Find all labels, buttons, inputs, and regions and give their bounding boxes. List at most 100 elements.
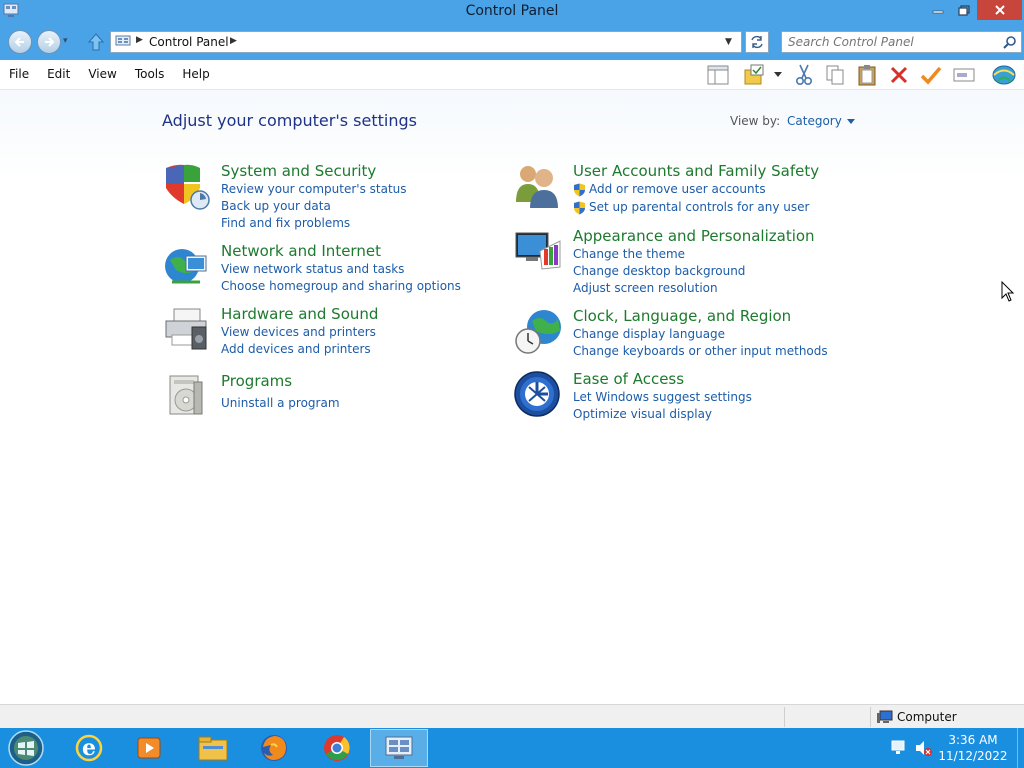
monitor-palette-icon[interactable] bbox=[514, 227, 562, 275]
copy-button[interactable] bbox=[823, 63, 847, 87]
network-globe-icon[interactable] bbox=[162, 242, 210, 290]
shell-icon bbox=[992, 65, 1016, 85]
rename-icon bbox=[953, 68, 975, 82]
svg-text:e: e bbox=[82, 735, 96, 761]
view-by-value[interactable]: Category bbox=[787, 114, 842, 128]
users-icon[interactable] bbox=[514, 162, 562, 210]
menu-tools[interactable]: Tools bbox=[126, 60, 174, 90]
properties-button[interactable] bbox=[919, 63, 943, 87]
shell-button[interactable] bbox=[990, 63, 1018, 87]
category-title[interactable]: User Accounts and Family Safety bbox=[573, 162, 819, 180]
link-parental-controls[interactable]: Set up parental controls for any user bbox=[573, 200, 809, 215]
menu-view[interactable]: View bbox=[79, 60, 125, 90]
menu-edit[interactable]: Edit bbox=[38, 60, 79, 90]
clock-time[interactable]: 3:36 AM bbox=[938, 732, 1008, 748]
link-keyboards[interactable]: Change keyboards or other input methods bbox=[573, 344, 828, 358]
folder-options-dropdown[interactable] bbox=[770, 63, 786, 87]
window-title: Control Panel bbox=[465, 3, 559, 19]
search-box[interactable] bbox=[781, 31, 1022, 53]
page-heading: Adjust your computer's settings bbox=[162, 111, 417, 130]
link-view-devices[interactable]: View devices and printers bbox=[221, 325, 376, 339]
delete-button[interactable] bbox=[887, 63, 911, 87]
link-windows-suggest[interactable]: Let Windows suggest settings bbox=[573, 390, 752, 404]
start-button[interactable] bbox=[6, 729, 46, 767]
volume-tray-icon[interactable] bbox=[914, 728, 932, 768]
preview-pane-icon bbox=[707, 65, 729, 85]
taskbar-file-explorer[interactable] bbox=[184, 729, 242, 767]
show-desktop-button[interactable] bbox=[1017, 728, 1024, 768]
system-clock[interactable]: 3:36 AM 11/12/2022 bbox=[938, 732, 1008, 764]
search-input[interactable] bbox=[788, 34, 998, 50]
menu-help[interactable]: Help bbox=[173, 60, 218, 90]
recent-pages-dropdown[interactable]: ▾ bbox=[63, 36, 73, 48]
scissors-icon bbox=[795, 64, 813, 86]
back-button[interactable] bbox=[8, 30, 32, 54]
programs-disc-icon[interactable] bbox=[162, 372, 210, 420]
minimize-icon bbox=[932, 10, 944, 14]
link-review-status[interactable]: Review your computer's status bbox=[221, 182, 407, 196]
link-add-devices[interactable]: Add devices and printers bbox=[221, 342, 371, 356]
taskbar-firefox[interactable] bbox=[245, 729, 303, 767]
taskbar-control-panel[interactable] bbox=[370, 729, 428, 767]
link-network-status[interactable]: View network status and tasks bbox=[221, 262, 404, 276]
refresh-button[interactable] bbox=[745, 31, 769, 53]
link-desktop-background[interactable]: Change desktop background bbox=[573, 264, 745, 278]
preview-pane-button[interactable] bbox=[706, 63, 730, 87]
category-title[interactable]: Network and Internet bbox=[221, 242, 381, 260]
printer-speaker-icon[interactable] bbox=[162, 305, 210, 353]
paste-button[interactable] bbox=[855, 63, 879, 87]
link-text[interactable]: Add or remove user accounts bbox=[589, 182, 766, 196]
link-change-theme[interactable]: Change the theme bbox=[573, 247, 685, 261]
cut-button[interactable] bbox=[792, 63, 816, 87]
category-title[interactable]: Appearance and Personalization bbox=[573, 227, 815, 245]
menu-file[interactable]: File bbox=[0, 60, 38, 90]
ease-of-access-icon[interactable] bbox=[514, 370, 562, 418]
arrow-right-icon bbox=[45, 37, 55, 47]
link-find-fix[interactable]: Find and fix problems bbox=[221, 216, 350, 230]
media-player-icon bbox=[137, 737, 161, 759]
volume-muted-icon bbox=[916, 741, 932, 756]
start-orb-icon bbox=[8, 730, 44, 766]
close-button[interactable] bbox=[977, 0, 1022, 20]
forward-button[interactable] bbox=[37, 30, 61, 54]
taskbar-internet-explorer[interactable]: e bbox=[60, 729, 118, 767]
computer-icon bbox=[877, 710, 893, 723]
folder-options-button[interactable] bbox=[742, 63, 766, 87]
link-add-remove-users[interactable]: Add or remove user accounts bbox=[573, 182, 766, 197]
shield-icon[interactable] bbox=[162, 162, 210, 210]
view-by-dropdown[interactable]: Category bbox=[787, 114, 855, 128]
up-arrow-icon[interactable] bbox=[86, 32, 106, 52]
category-title[interactable]: Ease of Access bbox=[573, 370, 684, 388]
clock-globe-icon[interactable] bbox=[514, 307, 562, 355]
breadcrumb-separator-icon[interactable]: ▶ bbox=[136, 35, 143, 45]
clock-date[interactable]: 11/12/2022 bbox=[938, 748, 1008, 764]
category-title[interactable]: Programs bbox=[221, 372, 292, 390]
menu-toolbar-row: File Edit View Tools Help bbox=[0, 60, 1024, 90]
title-bar: Control Panel bbox=[0, 0, 1024, 24]
link-uninstall[interactable]: Uninstall a program bbox=[221, 396, 340, 410]
link-screen-resolution[interactable]: Adjust screen resolution bbox=[573, 281, 718, 295]
restore-button[interactable] bbox=[951, 0, 977, 20]
link-back-up[interactable]: Back up your data bbox=[221, 199, 331, 213]
taskbar-media-player[interactable] bbox=[120, 729, 178, 767]
rename-button[interactable] bbox=[952, 63, 976, 87]
network-tray-icon[interactable] bbox=[890, 728, 908, 768]
category-title[interactable]: Clock, Language, and Region bbox=[573, 307, 791, 325]
mouse-pointer-icon bbox=[1001, 281, 1015, 302]
status-divider bbox=[870, 707, 871, 727]
link-homegroup-sharing[interactable]: Choose homegroup and sharing options bbox=[221, 279, 461, 293]
category-title[interactable]: Hardware and Sound bbox=[221, 305, 378, 323]
address-dropdown-icon[interactable]: ▼ bbox=[725, 37, 732, 47]
network-icon bbox=[891, 740, 905, 754]
breadcrumb-separator-icon[interactable]: ▶ bbox=[230, 36, 237, 46]
category-title[interactable]: System and Security bbox=[221, 162, 376, 180]
taskbar-chrome[interactable] bbox=[308, 729, 366, 767]
breadcrumb-control-panel[interactable]: Control Panel bbox=[149, 35, 229, 49]
link-optimize-display[interactable]: Optimize visual display bbox=[573, 407, 712, 421]
link-display-language[interactable]: Change display language bbox=[573, 327, 725, 341]
address-bar[interactable]: ▶ Control Panel ▶ ▼ bbox=[110, 31, 742, 53]
minimize-button[interactable] bbox=[925, 0, 951, 20]
link-text[interactable]: Set up parental controls for any user bbox=[589, 200, 809, 214]
search-icon[interactable] bbox=[1003, 35, 1017, 49]
dropdown-caret-icon[interactable] bbox=[846, 119, 855, 124]
